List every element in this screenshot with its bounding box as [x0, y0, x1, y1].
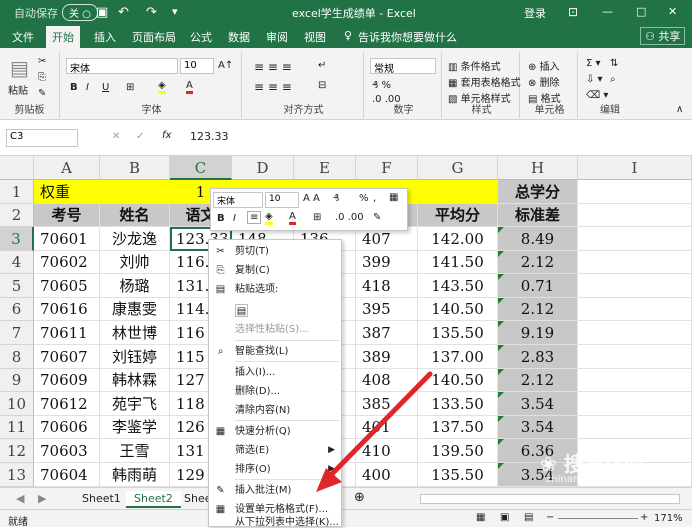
- watermark-paw-icon: ❀: [540, 452, 557, 476]
- watermark-logo: ❀ 搜狗指南: [540, 452, 644, 476]
- watermark-url: zhinan.sogou.com: [546, 474, 638, 485]
